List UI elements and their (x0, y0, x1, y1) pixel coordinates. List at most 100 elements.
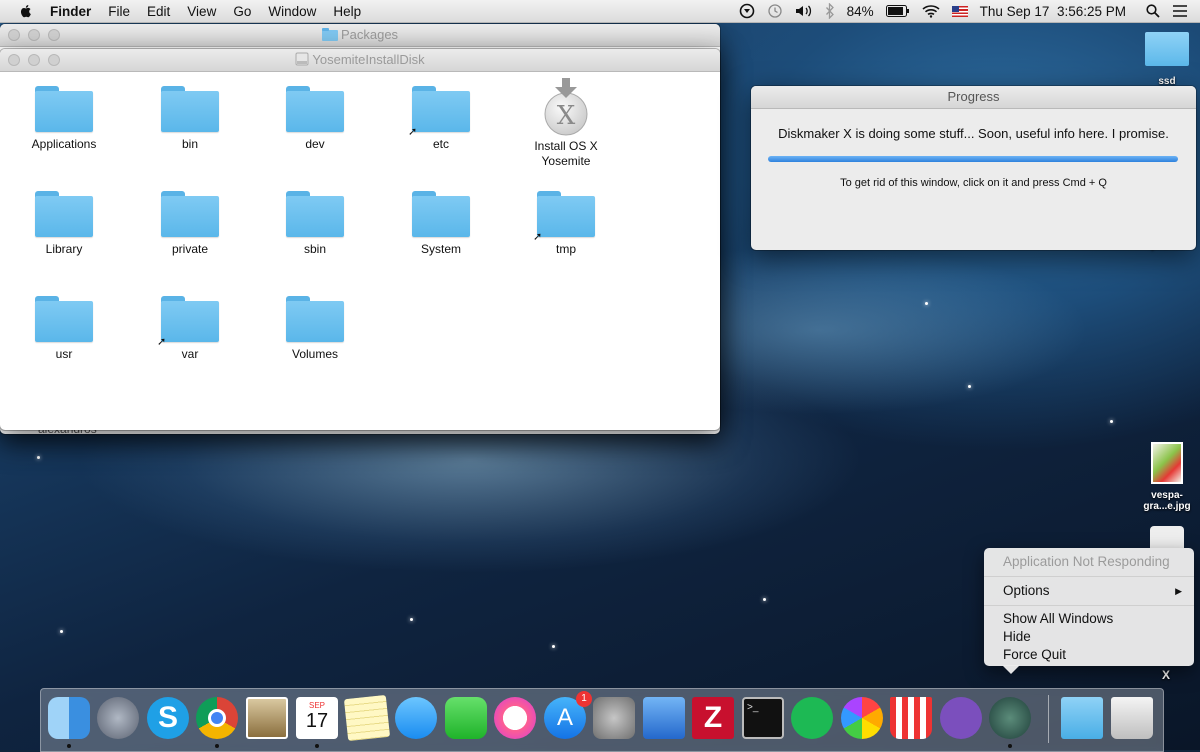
disk-utility-icon[interactable] (739, 3, 755, 19)
popcorn-time-icon[interactable] (890, 697, 932, 739)
itunes-icon[interactable] (494, 697, 536, 739)
window-title: Progress (947, 89, 1000, 104)
status-area: 84% Thu Sep 17 3:56:25 PM (739, 0, 1200, 22)
menu-window[interactable]: Window (268, 4, 316, 19)
close-button[interactable] (8, 54, 20, 66)
svg-text:X: X (557, 101, 576, 131)
folder-label: bin (181, 137, 198, 151)
terminal-icon[interactable]: >_ (742, 697, 784, 739)
calendar-icon[interactable]: SEP 17 (296, 697, 338, 739)
folder-item-bin[interactable]: bin (135, 86, 245, 152)
menu-go[interactable]: Go (233, 4, 251, 19)
mail-icon[interactable] (246, 697, 288, 739)
photos-icon[interactable] (841, 697, 883, 739)
apple-menu-icon[interactable] (18, 3, 34, 19)
menu-item-label: Options (1003, 583, 1050, 598)
folder-item-applications[interactable]: Applications (9, 86, 119, 152)
system-preferences-icon[interactable] (593, 697, 635, 739)
folder-item-sbin[interactable]: sbin (260, 191, 370, 257)
titlebar-progress[interactable]: Progress (751, 86, 1196, 109)
folder-alias-icon: ➚ (408, 86, 470, 138)
messages-icon[interactable] (395, 697, 437, 739)
battery-icon[interactable] (885, 5, 910, 17)
wifi-icon[interactable] (922, 4, 940, 18)
progress-bar (768, 156, 1178, 162)
bluetooth-icon[interactable] (825, 3, 835, 19)
folder-label: tmp (555, 242, 576, 256)
folder-item-dev[interactable]: dev (260, 86, 370, 152)
desktop-item-ssd[interactable]: ssd (1132, 32, 1200, 87)
folder-item-volumes[interactable]: Volumes (260, 296, 370, 362)
alias-arrow-icon: ➚ (157, 336, 167, 348)
spotlight-icon[interactable] (1146, 4, 1160, 18)
desktop-item-label-2: gra...e.jpg (1143, 501, 1191, 512)
folder-label: Applications (31, 137, 97, 151)
time-machine-icon[interactable] (767, 3, 783, 19)
menu-app-name[interactable]: Finder (50, 4, 91, 19)
folder-icon (412, 191, 470, 237)
desktop-item-vespa-jpg[interactable]: vespa- gra...e.jpg (1132, 442, 1200, 512)
desktop-item-document-icon[interactable] (1150, 526, 1184, 548)
folder-item-etc[interactable]: ➚ etc (386, 86, 496, 152)
window-title: Packages (340, 27, 399, 42)
launchpad-icon[interactable] (97, 697, 139, 739)
viber-icon[interactable] (940, 697, 982, 739)
us-flag-icon[interactable] (951, 5, 968, 17)
notes-icon[interactable] (343, 694, 391, 742)
progress-message: Diskmaker X is doing some stuff... Soon,… (778, 126, 1169, 141)
folder-item-library[interactable]: Library (9, 191, 119, 257)
dock-context-menu: Application Not Responding Options ▶ Sho… (984, 548, 1194, 674)
diskmaker-x-icon[interactable] (989, 697, 1031, 739)
volume-icon[interactable] (795, 4, 813, 18)
menu-item-show-all-windows[interactable]: Show All Windows (1003, 611, 1113, 626)
folder-item-system[interactable]: System (386, 191, 496, 257)
installer-item-install-os-x-yosemite[interactable]: X Install OS X Yosemite (511, 78, 621, 169)
star (60, 630, 63, 633)
facetime-icon[interactable] (445, 697, 487, 739)
installer-x-icon: X (544, 78, 588, 136)
folder-item-var[interactable]: ➚ var (135, 296, 245, 362)
menu-item-hide[interactable]: Hide (1003, 629, 1031, 644)
window-controls (8, 29, 68, 41)
titlebar-yosemite[interactable]: YosemiteInstallDisk (0, 49, 720, 72)
progress-hint: To get rid of this window, click on it a… (840, 177, 1107, 189)
downloads-stack-icon[interactable] (1061, 697, 1103, 739)
folder-icon (161, 191, 219, 237)
folder-item-private[interactable]: private (135, 191, 245, 257)
folder-label: Library (45, 242, 83, 256)
menu-file[interactable]: File (108, 4, 130, 19)
filezilla-icon[interactable]: Z (692, 697, 734, 739)
menu-edit[interactable]: Edit (147, 4, 170, 19)
app-store-icon[interactable]: A 1 (544, 691, 592, 739)
trash-icon[interactable] (1111, 697, 1153, 739)
menu-item-force-quit[interactable]: Force Quit (1003, 647, 1066, 662)
folder-icon (35, 86, 93, 132)
menu-item-options[interactable]: Options ▶ (1003, 583, 1182, 598)
folder-alias-icon: ➚ (533, 191, 595, 243)
folder-alias-icon: ➚ (157, 296, 219, 348)
notification-center-icon[interactable] (1172, 4, 1188, 18)
menu-separator (984, 576, 1194, 577)
dock: S SEP 17 A 1 Z >_ (40, 688, 1164, 752)
menu-view[interactable]: View (187, 4, 216, 19)
skype-icon[interactable]: S (147, 697, 189, 739)
minimize-button[interactable] (28, 54, 40, 66)
xcode-icon[interactable] (643, 697, 685, 739)
finder-window-yosemite[interactable]: YosemiteInstallDisk Applications bin dev… (0, 49, 720, 430)
menu-clock[interactable]: Thu Sep 17 3:56:25 PM (980, 4, 1126, 19)
folder-item-tmp[interactable]: ➚ tmp (511, 191, 621, 257)
progress-window[interactable]: Progress Diskmaker X is doing some stuff… (751, 86, 1196, 250)
menu-help[interactable]: Help (333, 4, 361, 19)
folder-item-usr[interactable]: usr (9, 296, 119, 362)
finder-icon[interactable] (48, 697, 90, 739)
spotify-icon[interactable] (791, 697, 833, 739)
zoom-button[interactable] (48, 54, 60, 66)
desktop-item-label: X (1161, 668, 1170, 682)
zoom-button[interactable] (48, 29, 60, 41)
chrome-icon[interactable] (196, 697, 238, 739)
close-button[interactable] (8, 29, 20, 41)
titlebar-packages[interactable]: Packages (0, 24, 720, 47)
minimize-button[interactable] (28, 29, 40, 41)
desktop-item-x[interactable]: X (1131, 668, 1200, 682)
folder-icon (286, 191, 344, 237)
